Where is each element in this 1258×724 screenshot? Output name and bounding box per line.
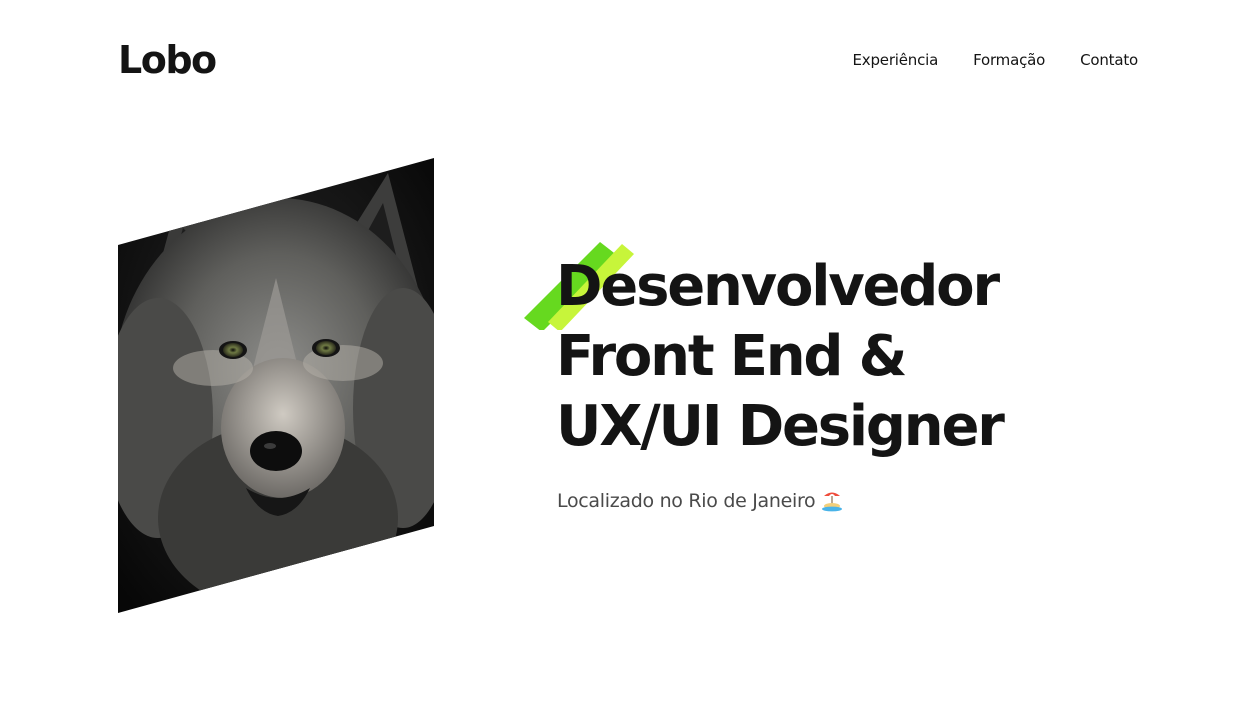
headline-line: UX/UI Designer	[556, 394, 1005, 459]
hero-wolf-image	[118, 158, 434, 613]
headline-line: Desenvolvedor	[556, 254, 1000, 319]
site-header: Lobo Experiência Formação Contato	[118, 34, 1138, 86]
nav-link-formacao[interactable]: Formação	[973, 51, 1045, 69]
logo[interactable]: Lobo	[118, 38, 217, 82]
page: Lobo Experiência Formação Contato Desenv…	[0, 0, 1258, 724]
hero-headline: Desenvolvedor Front End & UX/UI Designer	[556, 252, 1005, 462]
main-nav: Experiência Formação Contato	[818, 51, 1139, 69]
location-line: Localizado no Rio de Janeiro	[557, 490, 843, 512]
wolf-illustration	[118, 158, 434, 613]
nav-link-contato[interactable]: Contato	[1080, 51, 1138, 69]
nav-link-experiencia[interactable]: Experiência	[853, 51, 939, 69]
location-text: Localizado no Rio de Janeiro	[557, 490, 816, 512]
island-beach-icon	[822, 492, 843, 512]
headline-line: Front End &	[556, 324, 907, 389]
